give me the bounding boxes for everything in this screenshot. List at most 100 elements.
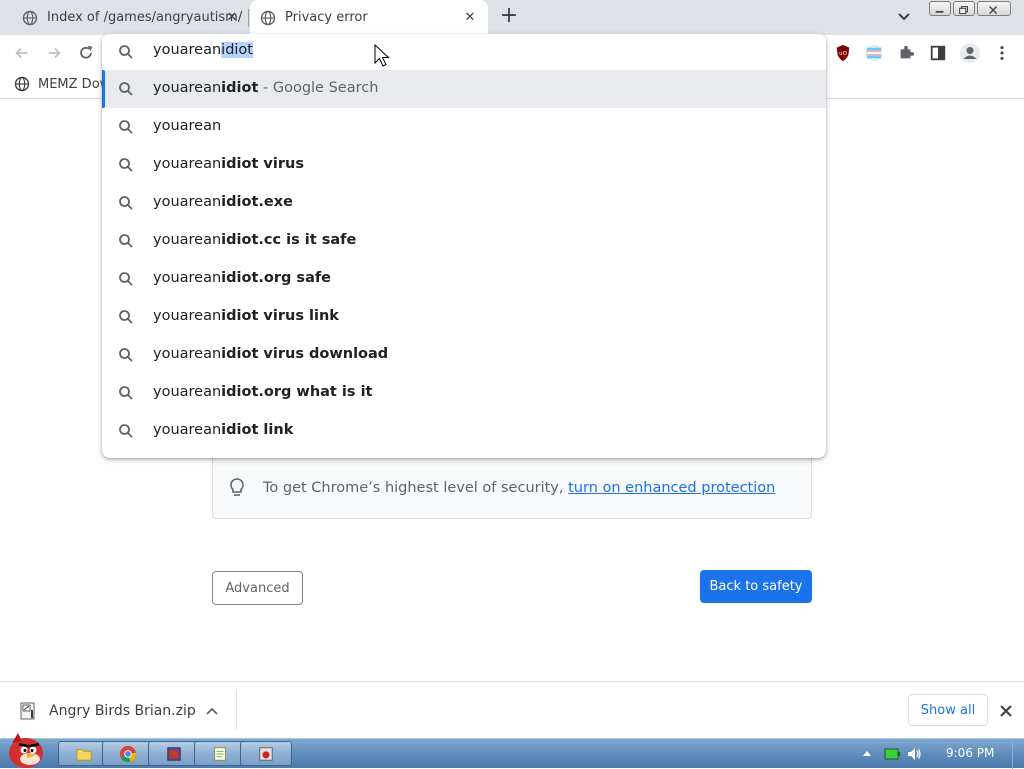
search-icon xyxy=(119,234,133,248)
enhanced-protection-link[interactable]: turn on enhanced protection xyxy=(568,480,775,496)
advanced-button[interactable]: Advanced xyxy=(212,571,303,605)
show-desktop-button[interactable] xyxy=(1012,739,1024,769)
omnibox-dropdown: youareanidiot youareanidiot - Google Sea… xyxy=(102,34,826,458)
profile-avatar-icon[interactable] xyxy=(959,42,981,64)
notepad-icon xyxy=(214,746,226,761)
svg-text:uO: uO xyxy=(839,51,847,57)
suggestion-text: youareanidiot link xyxy=(153,422,293,438)
suggestion-item[interactable]: youareanidiot virus link xyxy=(102,298,826,336)
close-tab-icon[interactable]: ✕ xyxy=(224,9,240,25)
taskbar-app-button[interactable] xyxy=(240,741,292,766)
suggestion-text: youareanidiot.org safe xyxy=(153,270,331,286)
suggestion-completion: idiot.org safe xyxy=(221,270,331,286)
search-icon xyxy=(119,82,133,96)
app-window-icon xyxy=(167,746,181,761)
flag-extension-icon[interactable] xyxy=(864,43,884,63)
show-all-button[interactable]: Show all xyxy=(908,694,988,726)
tab-divider xyxy=(248,9,249,27)
omnibox-input-row[interactable]: youareanidiot xyxy=(102,34,826,70)
bookmark-memz[interactable]: MEMZ Dow xyxy=(14,76,110,92)
globe-icon xyxy=(14,76,30,92)
more-menu-icon[interactable] xyxy=(992,43,1012,63)
search-icon xyxy=(119,386,133,400)
reload-icon[interactable] xyxy=(76,43,96,63)
search-icon xyxy=(119,310,133,324)
show-hidden-icons-arrow-icon[interactable] xyxy=(862,748,872,758)
suggestion-item[interactable]: youareanidiot.org what is it xyxy=(102,374,826,412)
battery-network-icon[interactable] xyxy=(884,747,900,761)
suggestion-text: youareanidiot.exe xyxy=(153,194,293,210)
new-tab-button[interactable]: + xyxy=(498,5,520,28)
search-icon xyxy=(119,196,133,210)
volume-icon[interactable] xyxy=(906,746,922,762)
window-restore-button[interactable] xyxy=(953,1,975,16)
search-icon xyxy=(119,348,133,362)
typed-text: youarean xyxy=(153,42,222,58)
suggestion-completion: idiot virus link xyxy=(221,308,339,324)
chevron-up-icon[interactable] xyxy=(205,704,219,718)
search-icon xyxy=(119,158,133,172)
suggestion-suffix: - Google Search xyxy=(258,80,379,96)
start-button-angry-bird-icon[interactable] xyxy=(4,731,50,769)
suggestion-prefix: youarean xyxy=(153,118,222,134)
suggestion-text: youareanidiot virus link xyxy=(153,308,339,324)
search-icon xyxy=(119,45,133,59)
suggestion-text: youareanidiot virus download xyxy=(153,346,388,362)
suggestion-prefix: youarean xyxy=(153,384,222,400)
suggestion-item[interactable]: youareanidiot link xyxy=(102,412,826,450)
autocomplete-selection: idiot xyxy=(221,42,253,58)
window-close-button[interactable] xyxy=(977,1,1011,16)
download-shelf: Angry Birds Brian.zip Show all xyxy=(0,681,1024,738)
suggestion-item[interactable]: youareanidiot.exe xyxy=(102,184,826,222)
suggestion-text: youarean xyxy=(153,118,221,134)
suggestion-item[interactable]: youareanidiot.org safe xyxy=(102,260,826,298)
folder-icon xyxy=(76,748,92,761)
tab-search-chevron-icon[interactable] xyxy=(895,9,913,25)
search-icon xyxy=(119,424,133,438)
taskbar-app-button[interactable] xyxy=(148,741,200,766)
suggestion-completion: idiot virus download xyxy=(221,346,389,362)
suggestion-item[interactable]: youarean xyxy=(102,108,826,146)
back-to-safety-button[interactable]: Back to safety xyxy=(700,570,812,603)
suggestion-completion: idiot.exe xyxy=(221,194,293,210)
taskbar-notepad-button[interactable] xyxy=(194,741,246,766)
suggestion-text: youareanidiot.cc is it safe xyxy=(153,232,356,248)
suggestion-completion: idiot xyxy=(221,80,259,96)
side-panel-icon[interactable] xyxy=(928,43,948,63)
suggestion-prefix: youarean xyxy=(153,156,222,172)
taskbar-chrome-button[interactable] xyxy=(102,741,154,766)
suggestion-prefix: youarean xyxy=(153,422,222,438)
suggestion-prefix: youarean xyxy=(153,80,222,96)
download-filename[interactable]: Angry Birds Brian.zip xyxy=(49,703,196,719)
suggestion-prefix: youarean xyxy=(153,194,222,210)
app-window-icon xyxy=(259,746,273,761)
tab-index-games[interactable]: Index of /games/angryautism/ ✕ xyxy=(0,0,250,35)
suggestion-item[interactable]: youareanidiot - Google Search xyxy=(102,70,826,108)
suggestion-item[interactable]: youareanidiot.cc is it safe xyxy=(102,222,826,260)
suggestion-completion: idiot.org what is it xyxy=(221,384,373,400)
search-icon xyxy=(119,272,133,286)
extensions-puzzle-icon[interactable] xyxy=(896,43,916,63)
tab-privacy-error[interactable]: Privacy error ✕ xyxy=(250,0,488,35)
suggestion-prefix: youarean xyxy=(153,308,222,324)
suggestion-item[interactable]: youareanidiot virus xyxy=(102,146,826,184)
ublock-extension-icon[interactable]: uO xyxy=(833,43,853,63)
suggestion-item[interactable]: youareanidiot virus download xyxy=(102,336,826,374)
security-tip-text: To get Chrome’s highest level of securit… xyxy=(263,480,775,496)
back-arrow-icon[interactable] xyxy=(12,43,32,63)
taskbar-clock[interactable]: 9:06 PM xyxy=(946,746,994,760)
suggestion-completion: idiot.cc is it safe xyxy=(221,232,357,248)
suggestion-text: youareanidiot.org what is it xyxy=(153,384,372,400)
windows-taskbar: 9:06 PM xyxy=(0,733,1024,769)
suggestion-prefix: youarean xyxy=(153,270,222,286)
address-input[interactable]: youareanidiot xyxy=(153,42,253,58)
globe-icon xyxy=(22,10,38,25)
window-minimize-button[interactable] xyxy=(929,1,951,16)
suggestion-text: youareanidiot virus xyxy=(153,156,304,172)
close-icon[interactable] xyxy=(997,702,1015,720)
bookmark-label: MEMZ Dow xyxy=(38,76,111,92)
forward-arrow-icon[interactable] xyxy=(44,43,64,63)
close-tab-icon[interactable]: ✕ xyxy=(462,9,478,25)
zip-file-icon xyxy=(20,702,35,720)
tab-title: Privacy error xyxy=(285,10,368,25)
